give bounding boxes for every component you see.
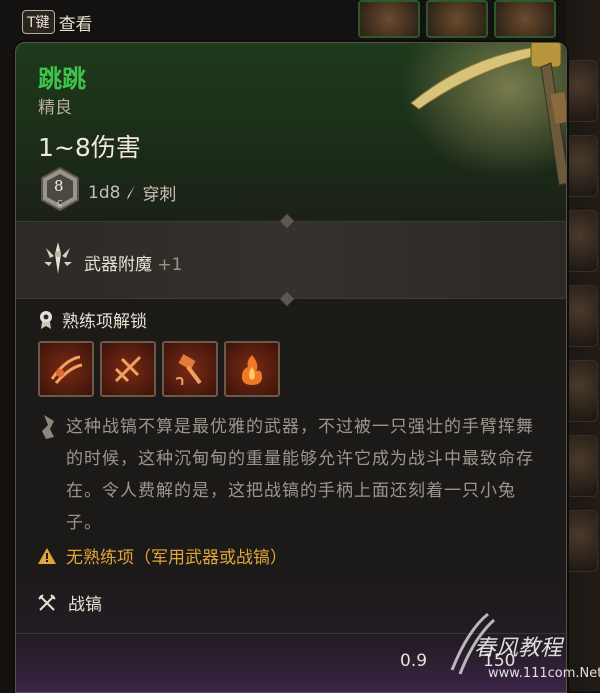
proficiency-title: 熟练项解锁 [62, 312, 147, 332]
item-description: 这种战镐不算是最优雅的武器，不过被一只强壮的手臂挥舞的时候，这种沉甸甸的重量能够… [66, 417, 534, 533]
watermark-url: www.111com.Net [488, 666, 600, 681]
dice-sub: C [57, 199, 63, 208]
site-watermark: 春风教程 www.111com.Net [438, 600, 600, 690]
proficiency-header: 熟练项解锁 [38, 307, 147, 332]
inventory-slot[interactable] [566, 360, 598, 422]
inventory-right-strip [566, 0, 600, 691]
quill-icon [42, 415, 54, 439]
enchant-label: 武器附魔 [84, 255, 152, 275]
proficiency-warning: 无熟练项（军用武器或战镐） [38, 543, 287, 568]
warpick-icon [401, 43, 566, 193]
d8-dice-icon: 8 C [40, 166, 80, 212]
inventory-slot[interactable] [426, 0, 488, 38]
item-rarity: 精良 [38, 98, 72, 118]
inventory-top-strip [350, 0, 600, 38]
inventory-slot[interactable] [566, 60, 598, 122]
dice-value: 8 [54, 177, 64, 195]
cleave-ability-icon[interactable] [100, 341, 156, 397]
inventory-slot[interactable] [566, 135, 598, 197]
pommel-ability-icon[interactable] [162, 341, 218, 397]
inventory-slot[interactable] [566, 210, 598, 272]
weapon-type-line: 战镐 [38, 590, 102, 615]
inventory-slot[interactable] [494, 0, 556, 38]
item-damage: 1~8伤害 [38, 133, 141, 162]
divider-ornament [279, 291, 295, 307]
slash-ability-icon[interactable] [38, 341, 94, 397]
weapon-type: 战镐 [68, 595, 102, 615]
proficiency-medal-icon [38, 310, 54, 330]
inventory-slot[interactable] [566, 510, 598, 572]
inventory-slot[interactable] [566, 435, 598, 497]
weapon-enchant-icon [44, 242, 72, 274]
hotkey-label: 查看 [58, 14, 93, 35]
warning-icon [38, 547, 56, 564]
hotkey-key: T键 [22, 10, 55, 34]
piercing-icon [126, 184, 136, 201]
flame-ability-icon[interactable] [224, 341, 280, 397]
inventory-slot[interactable] [358, 0, 420, 38]
proficiency-icons [38, 341, 280, 397]
enchantment-band: 武器附魔 +1 [16, 213, 566, 307]
damage-dice: 1d8 [88, 182, 121, 203]
item-name: 跳跳 [38, 65, 86, 93]
watermark-title: 春风教程 [474, 636, 563, 661]
item-weight: 0.9 [400, 651, 428, 671]
crossed-weapons-icon [38, 593, 56, 612]
inventory-slot[interactable] [566, 285, 598, 347]
warning-text: 无熟练项（军用武器或战镐） [66, 548, 287, 568]
enchant-line: 武器附魔 +1 [84, 250, 182, 275]
examine-hotkey-hint[interactable]: T键 查看 [22, 9, 93, 35]
enchant-value: +1 [157, 255, 183, 275]
damage-dice-line: 1d8 穿刺 [88, 180, 177, 206]
divider-ornament [279, 213, 295, 229]
item-tooltip: 跳跳 精良 1~8伤害 8 C 1d8 穿刺 武器附魔 +1 熟练项解锁 这种战… [15, 42, 567, 693]
damage-type: 穿刺 [142, 185, 177, 205]
